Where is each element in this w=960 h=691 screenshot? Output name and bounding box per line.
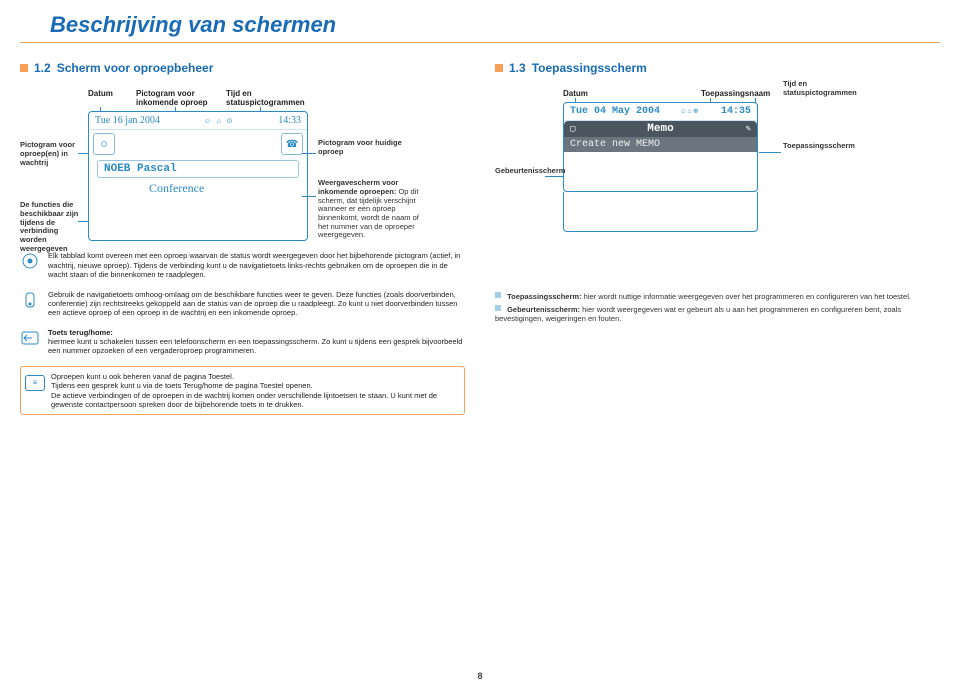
label-gebeurtenis: Gebeurtenisscherm [495,167,559,176]
section-title-left: Scherm voor oproepbeheer [57,61,214,75]
orange-l1: Oproepen kunt u ook beheren vanaf de pag… [51,372,456,381]
section-num-left: 1.2 [34,61,51,75]
tab-queue-icon: ☺ [93,133,115,155]
top-labels-right: Datum Toepassingsnaam [563,89,940,98]
help-p2: Gebruik de navigatietoets omhoog-omlaag … [48,290,465,318]
screen-time-left: 14:33 [278,115,301,126]
label-weergave-wrap: Weergavescherm voor inkomende oproepen: … [318,179,430,239]
label-tijd-status: Tijd en statuspictogrammen [226,89,306,107]
label-huidige: Pictogram voor huidige oproep [318,139,408,156]
section-marker [20,64,28,72]
help-p3-title: Toets terug/home: [48,328,113,337]
screen-time-right: 14:35 [721,106,751,117]
tab-current-icon: ☎ [281,133,303,155]
label-weergave-title: Weergavescherm voor inkomende oproepen: [318,178,398,196]
orange-l2: Tijdens een gesprek kunt u via de toets … [51,381,456,390]
conference-label: Conference [149,181,299,196]
create-memo-label: Create new MEMO [564,137,757,152]
label-toepassingsscherm: Toepassingsscherm [783,142,853,151]
label-pict-incoming: Pictogram voor inkomende oproep [136,89,226,107]
label-datum: Datum [88,89,136,107]
label-wachtrij: Pictogram voor oproep(en) in wachtrij [20,141,84,167]
noeb-label: NOEB Pascal [97,160,299,178]
help-p1: Elk tabblad komt overeen met een oproep … [48,251,465,279]
nav-ud-icon [20,290,40,310]
status-icons-r: ☺⌂⊙ [681,107,700,116]
label-datum-r: Datum [563,89,701,98]
section-header-right: 1.3 Toepassingsscherm [495,61,940,75]
phone-screen-right: Tue 04 May 2004 ☺⌂⊙ 14:35 ▢ Memo ✎ Creat… [563,102,758,192]
bullet-icon-2 [495,305,501,311]
info-p1: hier wordt nuttige informatie weergegeve… [584,292,911,301]
label-functies: De functies die beschikbaar zijn tijdens… [20,201,84,253]
screen-date-left: Tue 16 jan 2004 [95,115,160,126]
orange-note: ≡ Oproepen kunt u ook beheren vanaf de p… [20,366,465,416]
section-title-right: Toepassingsscherm [532,61,647,75]
memo-body-area [563,192,758,232]
section-num-right: 1.3 [509,61,526,75]
screen-date-right: Tue 04 May 2004 [570,106,660,117]
help-p3: hiermee kunt u schakelen tussen een tele… [48,337,465,356]
phone-screen-left: Tue 16 jan 2004 ☺ ⌂ ⊙ 14:33 ☺ ☎ NOEB Pas… [88,111,308,241]
section-header-left: 1.2 Scherm voor oproepbeheer [20,61,465,75]
info-p1-title: Toepassingsscherm: [507,292,581,301]
orange-l3: De actieve verbindingen of de oproepen i… [51,391,456,410]
nav-lr-icon [20,251,40,271]
label-tijd-status-r: Tijd en statuspictogrammen [783,80,853,97]
status-icons: ☺ ⌂ ⊙ [204,117,235,125]
back-home-icon [20,328,40,348]
info-p2-title: Gebeurtenisscherm: [507,305,580,314]
memo-label: Memo [647,123,673,135]
bullet-icon-1 [495,292,501,298]
memo-tab-icon: ▢ [570,124,575,134]
help-p3-wrap: Toets terug/home: hiermee kunt u schakel… [48,328,465,356]
label-weergave-desc: Op dit scherm, dat tijdelijk verschijnt … [318,187,419,239]
page-number: 8 [477,671,482,681]
section-marker-r [495,64,503,72]
top-labels-left: Datum Pictogram voor inkomende oproep Ti… [88,89,465,107]
info-block: Toepassingsscherm: hier wordt nuttige in… [495,292,940,323]
chat-icon: ≡ [25,375,45,391]
label-toepassing: Toepassingsnaam [701,89,771,98]
memo-edit-icon: ✎ [746,124,751,134]
page-title: Beschrijving van schermen [20,0,940,43]
